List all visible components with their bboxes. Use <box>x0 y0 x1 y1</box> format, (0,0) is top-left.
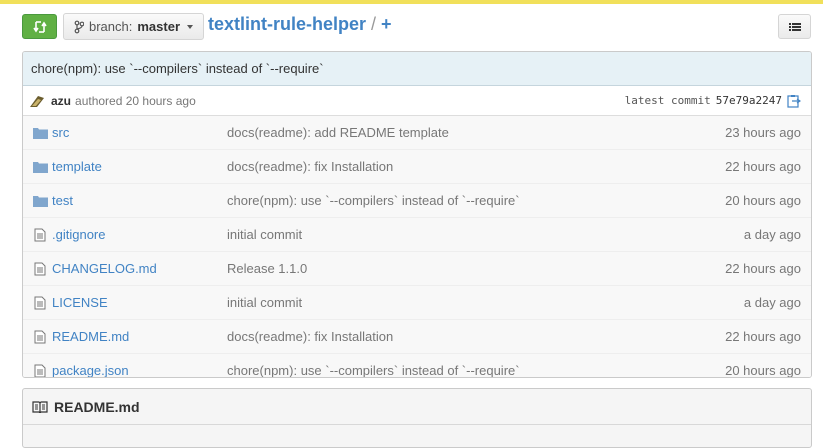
list-view-button[interactable] <box>778 14 811 39</box>
file-icon <box>32 364 48 377</box>
add-file-link[interactable]: + <box>381 14 392 35</box>
folder-icon <box>32 127 48 139</box>
file-icon <box>32 262 48 276</box>
file-commit-message[interactable]: initial commit <box>227 227 744 242</box>
readme-title: README.md <box>54 398 140 415</box>
file-age: 20 hours ago <box>725 363 801 378</box>
file-row[interactable]: LICENSE initial commit a day ago <box>23 285 811 319</box>
file-row[interactable]: src docs(readme): add README template 23 h… <box>23 116 811 149</box>
file-name-link[interactable]: package.json <box>52 363 227 377</box>
clipboard-icon[interactable] <box>787 94 801 108</box>
file-name-link[interactable]: .gitignore <box>52 227 227 242</box>
breadcrumb: textlint-rule-helper / + <box>208 14 392 35</box>
branch-selector[interactable]: branch: master <box>63 13 205 40</box>
folder-icon <box>32 195 48 207</box>
chevron-down-icon <box>187 24 194 29</box>
file-row[interactable]: .gitignore initial commit a day ago <box>23 217 811 251</box>
latest-commit-label: latest commit <box>624 94 711 107</box>
file-name-link[interactable]: src <box>52 125 227 140</box>
branch-icon <box>74 20 84 33</box>
commit-sha-link[interactable]: 57e79a2247 <box>716 94 782 107</box>
file-age: a day ago <box>743 227 801 242</box>
file-row[interactable]: template docs(readme): fix Installation 22… <box>23 149 811 183</box>
avatar[interactable] <box>29 93 45 109</box>
file-row[interactable]: test chore(npm): use `--compilers` instea… <box>23 183 811 217</box>
file-name-link[interactable]: test <box>52 193 227 208</box>
file-row[interactable]: README.md docs(readme): fix Installation 2… <box>23 319 811 353</box>
book-icon <box>32 400 48 413</box>
file-age: 23 hours ago <box>725 125 801 140</box>
branch-name: master <box>137 19 181 34</box>
file-age: a day ago <box>743 295 801 310</box>
file-commit-message[interactable]: initial commit <box>227 295 744 310</box>
file-age: 22 hours ago <box>725 261 801 276</box>
commit-sha-group: latest commit 57e79a2247 <box>625 94 801 108</box>
compare-button[interactable] <box>22 14 57 39</box>
file-age: 20 hours ago <box>725 193 801 208</box>
file-row[interactable]: CHANGELOG.md Release 1.1.0 22 hours ago <box>23 251 811 285</box>
repo-name-link[interactable]: textlint-rule-helper <box>208 14 366 35</box>
list-icon <box>788 22 801 31</box>
file-icon <box>32 330 48 344</box>
file-commit-message[interactable]: Release 1.1.0 <box>227 261 725 276</box>
file-age: 22 hours ago <box>725 159 801 174</box>
file-name-link[interactable]: README.md <box>52 329 227 344</box>
compare-arrows-icon <box>32 20 47 33</box>
breadcrumb-separator: / <box>371 14 377 34</box>
authored-time: authored 20 hours ago <box>75 93 196 108</box>
file-age: 22 hours ago <box>725 329 801 344</box>
file-row[interactable]: package.json chore(npm): use `--compilers… <box>23 353 811 378</box>
file-list: src docs(readme): add README template 23 h… <box>23 116 811 378</box>
readme-header: README.md <box>23 389 811 425</box>
branch-prefix: branch: <box>89 19 133 34</box>
latest-commit-message[interactable]: chore(npm): use `--compilers` instead of… <box>23 52 811 86</box>
file-icon <box>32 296 48 310</box>
file-commit-message[interactable]: docs(readme): fix Installation <box>227 159 725 174</box>
author-name[interactable]: azu <box>51 94 71 108</box>
commit-meta: azu authored 20 hours ago latest commit … <box>23 86 811 116</box>
file-name-link[interactable]: CHANGELOG.md <box>52 261 227 276</box>
file-browser: chore(npm): use `--compilers` instead of… <box>22 51 812 378</box>
commit-message-text: chore(npm): use `--compilers` instead of… <box>31 61 324 76</box>
file-name-link[interactable]: LICENSE <box>52 295 227 310</box>
file-commit-message[interactable]: docs(readme): fix Installation <box>227 329 725 344</box>
file-commit-message[interactable]: chore(npm): use `--compilers` instead of… <box>227 363 725 377</box>
readme-panel: README.md <box>22 388 812 448</box>
top-accent-bar <box>0 0 823 4</box>
file-name-link[interactable]: template <box>52 159 227 174</box>
file-commit-message[interactable]: docs(readme): add README template <box>227 125 725 140</box>
folder-icon <box>32 161 48 173</box>
file-icon <box>32 228 48 242</box>
file-commit-message[interactable]: chore(npm): use `--compilers` instead of… <box>227 193 725 208</box>
